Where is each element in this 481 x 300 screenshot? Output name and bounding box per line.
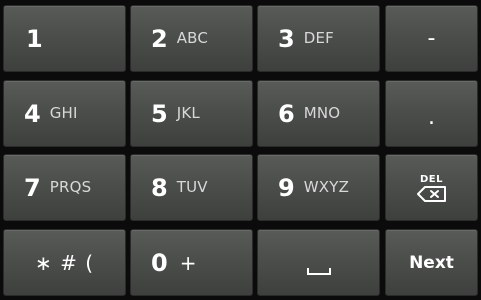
key-2-digit: 2 (151, 24, 168, 53)
delete-label: DEL (419, 173, 443, 185)
next-button[interactable]: Next (385, 229, 478, 296)
key-0-digit: 0 (151, 248, 168, 277)
space-icon (306, 268, 331, 275)
next-label: Next (409, 252, 454, 273)
key-6-letters: MNO (303, 104, 341, 122)
key-5-letters: JKL (176, 104, 200, 122)
key-9-digit: 9 (278, 173, 295, 202)
key-dash[interactable]: - (385, 5, 478, 72)
key-3-letters: DEF (303, 29, 334, 47)
key-8[interactable]: 8 TUV (130, 154, 253, 221)
delete-icon-group: DEL (416, 173, 447, 202)
key-7[interactable]: 7 PRQS (3, 154, 126, 221)
key-0-plus: + (179, 250, 197, 275)
key-period[interactable]: . (385, 80, 478, 147)
backspace-icon (416, 185, 446, 202)
key-7-digit: 7 (24, 173, 41, 202)
delete-button[interactable]: DEL (385, 154, 478, 221)
key-5-digit: 5 (151, 99, 168, 128)
key-9[interactable]: 9 WXYZ (257, 154, 380, 221)
key-7-letters: PRQS (49, 178, 92, 196)
key-3-digit: 3 (278, 24, 295, 53)
key-4-digit: 4 (24, 99, 41, 128)
key-4[interactable]: 4 GHI (3, 80, 126, 147)
key-2-letters: ABC (176, 29, 209, 47)
key-6-digit: 6 (278, 99, 295, 128)
key-4-letters: GHI (49, 104, 78, 122)
key-symbols[interactable]: ∗ # ( (3, 229, 126, 296)
key-dash-label: - (427, 25, 436, 51)
key-period-label: . (428, 104, 435, 130)
key-3[interactable]: 3 DEF (257, 5, 380, 72)
key-2[interactable]: 2 ABC (130, 5, 253, 72)
numeric-keypad: 1 2 ABC 3 DEF - 4 GHI 5 JKL 6 MNO . 7 PR… (0, 0, 481, 300)
key-5[interactable]: 5 JKL (130, 80, 253, 147)
space-key[interactable] (257, 229, 380, 296)
key-symbols-label: ∗ # ( (34, 250, 95, 275)
key-1-digit: 1 (26, 24, 43, 53)
key-1[interactable]: 1 (3, 5, 126, 72)
key-6[interactable]: 6 MNO (257, 80, 380, 147)
key-8-digit: 8 (151, 173, 168, 202)
key-0[interactable]: 0 + (130, 229, 253, 296)
key-9-letters: WXYZ (303, 178, 350, 196)
key-8-letters: TUV (176, 178, 208, 196)
